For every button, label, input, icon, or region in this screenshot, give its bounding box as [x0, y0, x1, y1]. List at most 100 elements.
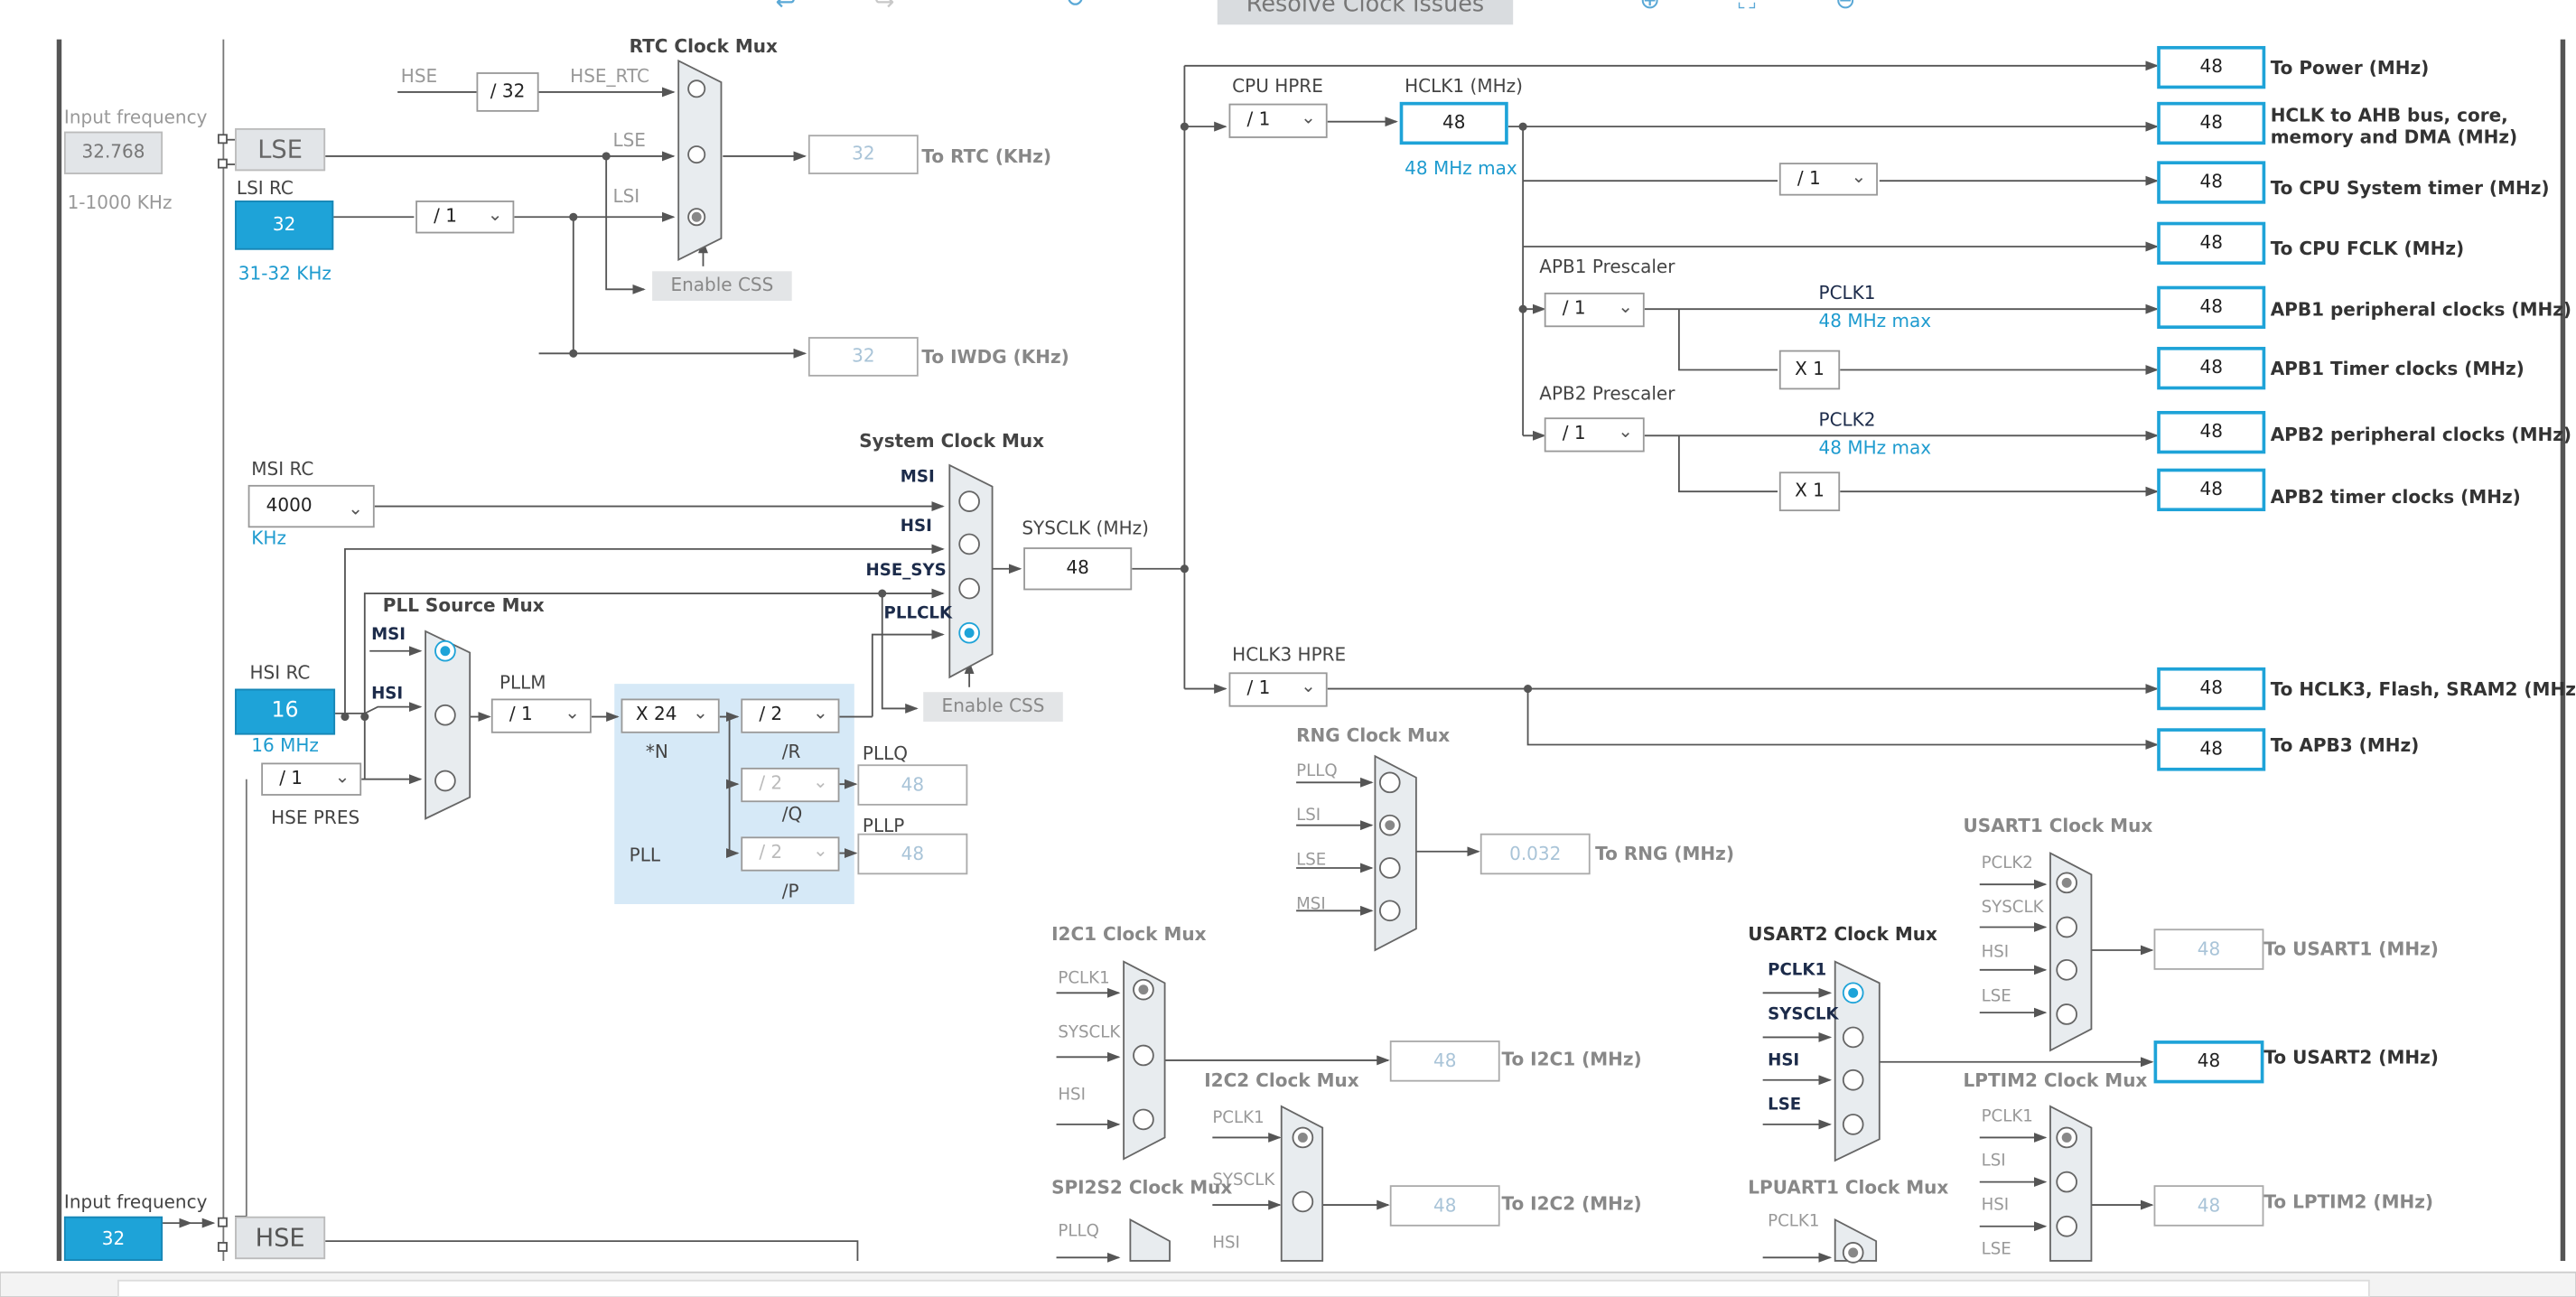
pll-source-mux-title: PLL Source Mux [382, 594, 545, 617]
cpu-hpre-select[interactable]: / 1 ⌄ [1228, 103, 1328, 138]
apb2-prescaler-label: APB2 Prescaler [1539, 383, 1675, 405]
apb1-timer-multiplier: X 1 [1778, 350, 1841, 390]
refresh-icon[interactable]: ↻ [1065, 0, 1086, 14]
usart2-output-value[interactable]: 48 [2153, 1040, 2264, 1084]
pllp-output-value: 48 [857, 833, 968, 875]
pclk2-label: PCLK2 [1818, 409, 1876, 431]
systimer-divider-select[interactable]: / 1 ⌄ [1778, 163, 1878, 196]
rtc-enable-css-button[interactable]: Enable CSS [652, 271, 792, 302]
spi2s2-clock-mux-title: SPI2S2 Clock Mux [1051, 1177, 1233, 1199]
rng-lsi-label: LSI [1296, 807, 1321, 826]
ahb-output-value[interactable]: 48 [2157, 101, 2266, 145]
lse-frequency-input[interactable]: 32.768 [63, 131, 163, 174]
pllr-select[interactable]: / 2 ⌄ [741, 698, 840, 733]
iwdg-output-label: To IWDG (KHz) [921, 347, 1069, 369]
apb2-timer-output-value[interactable]: 48 [2157, 468, 2266, 512]
msi-frequency-select[interactable]: 4000 ⌄ [247, 484, 375, 528]
hclk3-output-label: To HCLK3, Flash, SRAM2 (MHz) [2270, 678, 2576, 701]
pll-label: PLL [629, 844, 660, 867]
hclk1-value[interactable]: 48 [1399, 101, 1508, 145]
lptim2-output-label: To LPTIM2 (MHz) [2263, 1191, 2434, 1214]
ahb-output-label: HCLK to AHB bus, core, [2270, 105, 2508, 127]
i2c1-output-value: 48 [1389, 1040, 1500, 1082]
lptim2-lse-label: LSE [1981, 1241, 2011, 1260]
pllm-select[interactable]: / 1 ⌄ [490, 698, 592, 733]
lsi-divider-select[interactable]: / 1 ⌄ [415, 201, 515, 234]
systimer-output-label: To CPU System timer (MHz) [2270, 177, 2550, 200]
apb2-periph-output-value[interactable]: 48 [2157, 411, 2266, 454]
pllq-select[interactable]: / 2 ⌄ [741, 767, 840, 803]
pllq-output-label: PLLQ [862, 742, 909, 765]
pllq-divider-label: /Q [781, 803, 803, 826]
hsi-range-label: 16 MHz [251, 734, 319, 757]
hse-rtc-divider: / 32 [476, 72, 539, 112]
apb1-periph-output-value[interactable]: 48 [2157, 285, 2266, 330]
zoom-in-icon[interactable]: ⊕ [1639, 0, 1660, 14]
rtc-output-label: To RTC (KHz) [921, 145, 1052, 168]
rng-output-label: To RNG (MHz) [1595, 843, 1734, 865]
rng-output-value: 0.032 [1479, 833, 1591, 875]
pclk1-label: PCLK1 [1818, 283, 1876, 304]
rtc-output-value: 32 [807, 135, 919, 174]
pllm-label: PLLM [499, 672, 546, 695]
lse-input-frequency-label: Input frequency [63, 107, 208, 128]
hse-frequency-input[interactable]: 32 [63, 1216, 163, 1261]
spi2s2-clock-mux [1129, 1218, 1171, 1262]
i2c1-output-label: To I2C1 (MHz) [1501, 1049, 1642, 1070]
msi-unit-label: KHz [251, 527, 286, 549]
rng-clock-mux-title: RNG Clock Mux [1296, 724, 1451, 747]
usart1-pclk2-label: PCLK2 [1981, 854, 2033, 873]
i2c1-clock-mux-title: I2C1 Clock Mux [1051, 923, 1207, 946]
usart1-lse-label: LSE [1981, 987, 2011, 1006]
usart1-hsi-label: HSI [1981, 943, 2010, 962]
fit-screen-icon[interactable]: ⛶ [1738, 0, 1755, 14]
ahb-output-label-line2: memory and DMA (MHz) [2270, 126, 2518, 148]
apb2-timer-multiplier: X 1 [1778, 471, 1841, 512]
sys-enable-css-button[interactable]: Enable CSS [923, 692, 1063, 722]
sysclk-value[interactable]: 48 [1023, 547, 1133, 591]
rng-msi-label: MSI [1296, 895, 1326, 914]
plln-select[interactable]: X 24 ⌄ [621, 698, 720, 733]
apb3-output-value[interactable]: 48 [2157, 728, 2266, 771]
systimer-output-value[interactable]: 48 [2157, 161, 2266, 204]
apb2-prescaler-select[interactable]: / 1 ⌄ [1544, 417, 1645, 453]
lsi-range-label: 31-32 KHz [238, 263, 331, 285]
power-output-value[interactable]: 48 [2157, 45, 2266, 89]
zoom-out-icon[interactable]: ⊖ [1835, 0, 1856, 14]
sysmux-pllclk-label: PLLCLK [883, 604, 953, 623]
i2c2-hsi-label: HSI [1212, 1234, 1240, 1253]
fclk-output-value[interactable]: 48 [2157, 221, 2266, 266]
lptim2-lsi-label: LSI [1981, 1152, 2006, 1171]
sysclk-label: SYSCLK (MHz) [1022, 518, 1149, 539]
hsi-rc-value: 16 [235, 688, 336, 735]
usart1-sysclk-label: SYSCLK [1981, 899, 2044, 918]
lpuart1-clock-mux-title: LPUART1 Clock Mux [1748, 1177, 1949, 1199]
apb3-output-label: To APB3 (MHz) [2270, 734, 2420, 757]
i2c2-output-label: To I2C2 (MHz) [1501, 1193, 1642, 1216]
redo-icon[interactable]: ↪ [874, 0, 895, 16]
pllr-label: /R [781, 741, 801, 763]
usart2-clock-mux-title: USART2 Clock Mux [1748, 923, 1937, 946]
hclk3-hpre-select[interactable]: / 1 ⌄ [1228, 672, 1328, 707]
pllp-select[interactable]: / 2 ⌄ [741, 836, 840, 872]
lsi-rc-value: 32 [235, 201, 334, 250]
pllq-output-value: 48 [857, 764, 968, 806]
resolve-clock-issues-button[interactable]: Resolve Clock Issues [1217, 0, 1514, 25]
pclk1-max-label: 48 MHz max [1818, 310, 1932, 332]
cpu-hpre-label: CPU HPRE [1232, 75, 1323, 98]
lse-source-box: LSE [235, 127, 326, 172]
apb1-prescaler-select[interactable]: / 1 ⌄ [1544, 292, 1645, 328]
hclk3-hpre-label: HCLK3 HPRE [1232, 644, 1347, 667]
hclk3-output-value[interactable]: 48 [2157, 667, 2266, 711]
pll-src-hsi-label: HSI [371, 685, 404, 704]
undo-icon[interactable]: ↩ [776, 0, 797, 16]
msi-rc-title: MSI RC [251, 458, 314, 481]
i2c1-hsi-label: HSI [1058, 1087, 1086, 1106]
system-clock-mux-title: System Clock Mux [859, 430, 1045, 453]
apb2-periph-output-label: APB2 peripheral clocks (MHz) [2270, 424, 2572, 446]
apb1-timer-output-value[interactable]: 48 [2157, 347, 2266, 390]
apb1-prescaler-label: APB1 Prescaler [1539, 256, 1675, 278]
lsi-rc-title: LSI RC [236, 177, 294, 200]
hse-prescaler-select[interactable]: / 1 ⌄ [261, 762, 362, 796]
usart2-pclk1-label: PCLK1 [1768, 961, 1827, 980]
